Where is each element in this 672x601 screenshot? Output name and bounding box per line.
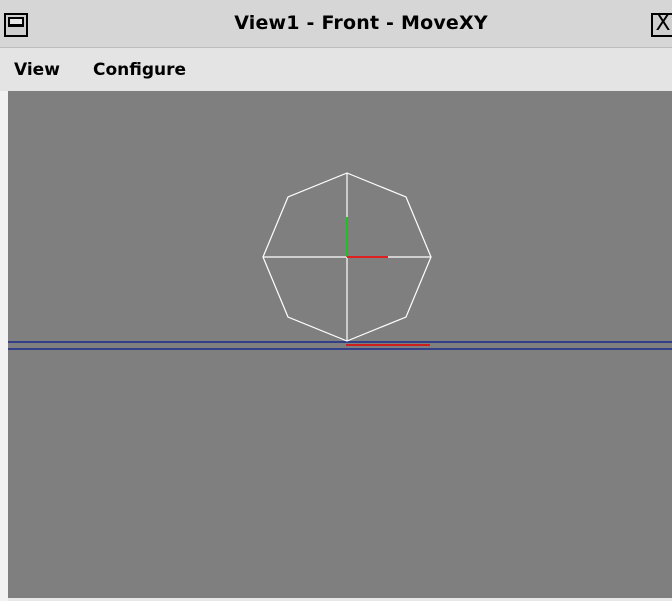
- menu-view[interactable]: View: [14, 60, 60, 80]
- viewport-canvas: [8, 172, 672, 350]
- app-window: View1 - Front - MoveXY X View Configure: [0, 0, 672, 601]
- left-border: [0, 91, 8, 601]
- menu-bar: View Configure: [0, 48, 672, 91]
- title-bar[interactable]: View1 - Front - MoveXY X: [0, 0, 672, 48]
- close-icon[interactable]: X: [651, 13, 672, 37]
- menu-configure[interactable]: Configure: [93, 60, 186, 80]
- 3d-viewport[interactable]: [8, 91, 672, 598]
- window-title: View1 - Front - MoveXY: [234, 12, 488, 34]
